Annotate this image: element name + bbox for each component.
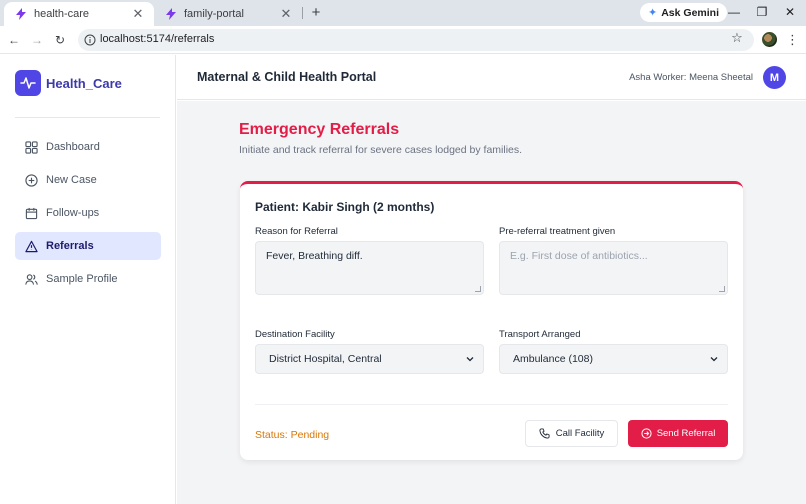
send-referral-label: Send Referral: [656, 428, 716, 439]
sidebar-divider: [15, 117, 160, 118]
sidebar-item-label: Referrals: [46, 240, 94, 252]
treatment-placeholder: E.g. First dose of antibiotics...: [510, 250, 648, 262]
browser-tab-title: family-portal: [184, 8, 244, 20]
url-text: localhost:5174/referrals: [100, 33, 215, 45]
main-content: Emergency Referrals Initiate and track r…: [177, 101, 806, 504]
reason-value: Fever, Breathing diff.: [266, 250, 363, 262]
back-arrow-icon[interactable]: ←: [6, 32, 22, 48]
bookmark-star-icon[interactable]: ☆: [730, 31, 744, 45]
browser-tab-title: health-care: [34, 8, 90, 20]
resize-handle-icon[interactable]: [719, 286, 725, 292]
close-tab-icon[interactable]: ✕: [278, 6, 294, 22]
ask-gemini-button[interactable]: ✦ Ask Gemini: [640, 3, 727, 22]
address-bar[interactable]: localhost:5174/referrals: [78, 29, 754, 51]
gemini-sparkle-icon: ✦: [648, 7, 658, 19]
reason-textarea[interactable]: Fever, Breathing diff.: [255, 241, 484, 295]
new-tab-icon[interactable]: +: [308, 5, 324, 21]
logged-in-user: Asha Worker: Meena Sheetal: [629, 72, 753, 83]
destination-select[interactable]: District Hospital, Central: [255, 344, 484, 374]
sidebar-item-label: New Case: [46, 174, 97, 186]
chevron-down-icon: [466, 357, 474, 362]
destination-value: District Hospital, Central: [269, 353, 382, 365]
restore-window-icon[interactable]: ❐: [754, 4, 770, 20]
portal-title: Maternal & Child Health Portal: [197, 70, 377, 84]
minimize-window-icon[interactable]: —: [726, 4, 742, 20]
sidebar-item-label: Sample Profile: [46, 273, 118, 285]
destination-label: Destination Facility: [255, 329, 335, 340]
browser-tab-bar: health-care ✕ family-portal ✕ + ✦ Ask Ge…: [0, 0, 806, 26]
sidebar-item-label: Dashboard: [46, 141, 100, 153]
ask-gemini-label: Ask Gemini: [661, 6, 719, 19]
app-header: Maternal & Child Health Portal Asha Work…: [177, 55, 806, 100]
sidebar-item-dashboard[interactable]: Dashboard: [15, 133, 161, 161]
browser-tab-family-portal[interactable]: family-portal ✕: [154, 2, 302, 26]
tab-separator: [302, 7, 303, 19]
grid-icon: [25, 140, 38, 154]
close-window-icon[interactable]: ✕: [782, 4, 798, 20]
browser-tab-health-care[interactable]: health-care ✕: [4, 2, 154, 26]
referral-card: Patient: Kabir Singh (2 months) Reason f…: [240, 181, 743, 460]
chevron-down-icon: [710, 357, 718, 362]
bolt-favicon-icon: [14, 7, 28, 21]
transport-label: Transport Arranged: [499, 329, 581, 340]
referral-status: Status: Pending: [255, 429, 330, 441]
activity-pulse-icon: [15, 70, 41, 96]
site-info-icon[interactable]: [84, 34, 96, 46]
treatment-label: Pre-referral treatment given: [499, 226, 616, 237]
users-icon: [25, 273, 38, 285]
arrow-right-circle-icon: [641, 428, 652, 439]
browser-menu-icon[interactable]: ⋮: [786, 32, 799, 48]
forward-arrow-icon[interactable]: →: [29, 32, 45, 48]
resize-handle-icon[interactable]: [475, 286, 481, 292]
sidebar-item-referrals[interactable]: Referrals: [15, 232, 161, 260]
card-divider: [255, 404, 728, 405]
transport-value: Ambulance (108): [513, 353, 593, 365]
browser-toolbar: ← → ↻ localhost:5174/referrals ☆ ⋮: [0, 26, 806, 54]
browser-profile-avatar[interactable]: [762, 32, 777, 47]
sidebar-item-new-case[interactable]: New Case: [15, 166, 161, 194]
transport-select[interactable]: Ambulance (108): [499, 344, 728, 374]
brand-name: Health_Care: [46, 75, 122, 91]
sidebar-item-label: Follow-ups: [46, 207, 100, 219]
call-facility-button[interactable]: Call Facility: [525, 420, 618, 447]
plus-circle-icon: [25, 173, 38, 187]
call-facility-label: Call Facility: [555, 428, 605, 439]
patient-name: Patient: Kabir Singh (2 months): [255, 200, 435, 214]
treatment-textarea[interactable]: E.g. First dose of antibiotics...: [499, 241, 728, 295]
close-tab-icon[interactable]: ✕: [130, 6, 146, 22]
sidebar-item-follow-ups[interactable]: Follow-ups: [15, 199, 161, 227]
brand[interactable]: Health_Care: [15, 70, 122, 96]
phone-icon: [539, 428, 550, 439]
reason-label: Reason for Referral: [255, 226, 338, 237]
user-avatar[interactable]: M: [763, 66, 786, 89]
send-referral-button[interactable]: Send Referral: [628, 420, 728, 447]
reload-icon[interactable]: ↻: [52, 32, 68, 48]
sidebar-nav: Dashboard New Case Follow-ups Referrals …: [15, 133, 161, 298]
sidebar-item-sample-profile[interactable]: Sample Profile: [15, 265, 161, 293]
page-title: Emergency Referrals: [239, 121, 400, 138]
sidebar: Health_Care Dashboard New Case Follow-up…: [0, 55, 176, 504]
page-subtitle: Initiate and track referral for severe c…: [239, 144, 523, 156]
bolt-favicon-icon: [164, 7, 178, 21]
alert-triangle-icon: [25, 240, 38, 252]
calendar-icon: [25, 207, 38, 219]
